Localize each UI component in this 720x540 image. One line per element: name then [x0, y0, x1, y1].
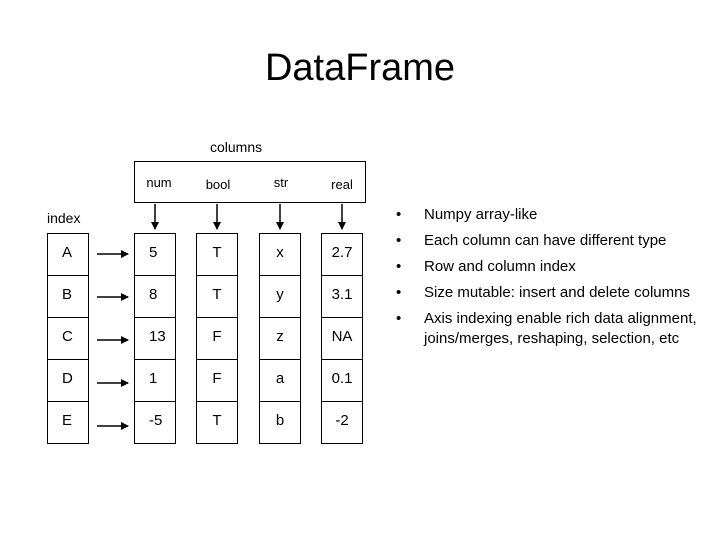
bullet-text: Size mutable: insert and delete columns [424, 284, 690, 301]
bullet-text: Row and column index [424, 258, 576, 275]
bullet-symbol: • [396, 232, 402, 249]
bullet-symbol: • [396, 206, 402, 223]
bullet-item: • Each column can have different type [394, 231, 704, 251]
bullet-item: • Size mutable: insert and delete column… [394, 283, 704, 303]
bullet-item: • Axis indexing enable rich data alignme… [394, 309, 704, 349]
bullet-symbol: • [396, 310, 402, 327]
bullet-text: Axis indexing enable rich data alignment… [424, 310, 697, 347]
bullet-list: • Numpy array-like • Each column can hav… [394, 205, 704, 355]
bullet-text: Numpy array-like [424, 206, 538, 223]
bullet-symbol: • [396, 258, 402, 275]
bullet-item: • Numpy array-like [394, 205, 704, 225]
bullet-text: Each column can have different type [424, 232, 667, 249]
bullet-symbol: • [396, 284, 402, 301]
bullet-item: • Row and column index [394, 257, 704, 277]
